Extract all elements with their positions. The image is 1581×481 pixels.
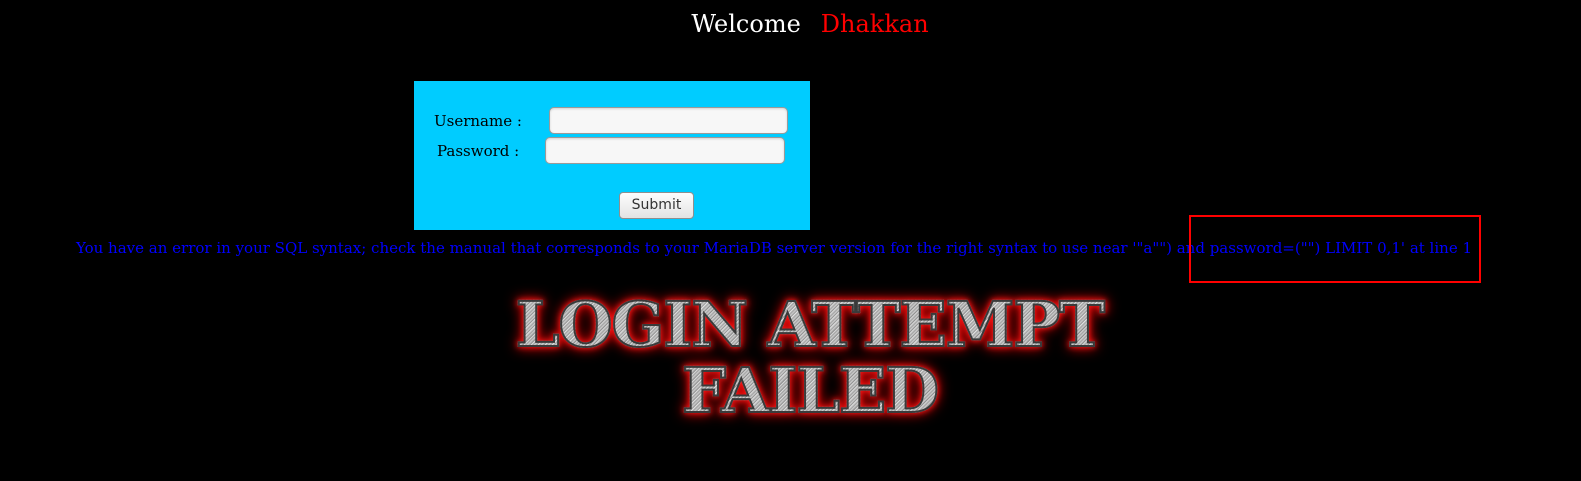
welcome-username: Dhakkan xyxy=(820,10,929,38)
login-failed-banner: LOGIN ATTEMPT FAILED xyxy=(470,288,1150,427)
password-input[interactable] xyxy=(545,137,785,164)
username-label: Username : xyxy=(434,112,522,130)
submit-button[interactable]: Submit xyxy=(619,192,694,219)
password-label: Password : xyxy=(437,142,520,160)
welcome-text: Welcome xyxy=(691,10,801,38)
banner-line-1: LOGIN ATTEMPT xyxy=(515,288,1106,361)
welcome-header: Welcome Dhakkan xyxy=(0,10,1581,38)
banner-line-2: FAILED xyxy=(681,354,940,427)
username-input[interactable] xyxy=(549,107,788,134)
login-form: Username : Password : Submit xyxy=(414,81,810,230)
error-highlight-box xyxy=(1189,215,1481,283)
